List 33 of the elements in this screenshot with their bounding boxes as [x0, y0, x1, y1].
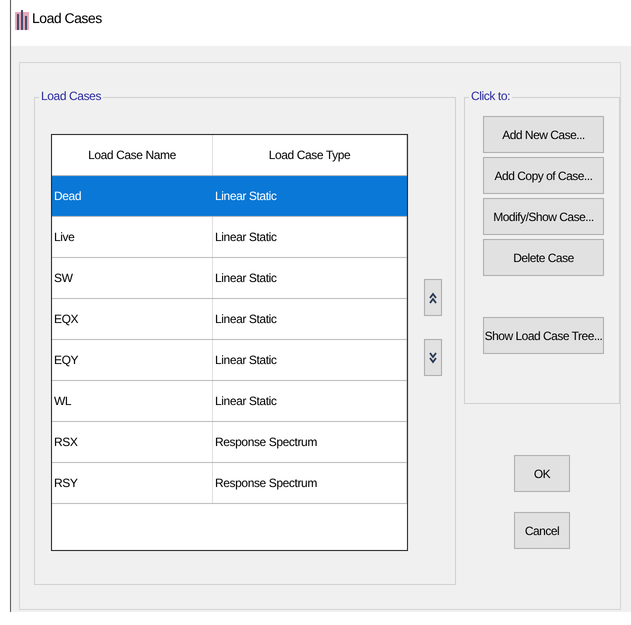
move-up-button[interactable]: [424, 279, 442, 316]
app-icon: [15, 10, 29, 30]
column-header[interactable]: Load Case Type: [213, 135, 407, 175]
case-name-cell[interactable]: WL: [52, 381, 213, 421]
case-type-cell[interactable]: Linear Static: [213, 258, 407, 298]
case-type-cell[interactable]: Linear Static: [213, 340, 407, 380]
case-name-cell[interactable]: Live: [52, 217, 213, 257]
case-name-cell[interactable]: RSX: [52, 422, 213, 462]
show-tree-button[interactable]: Show Load Case Tree...: [483, 317, 604, 354]
case-name-cell[interactable]: EQX: [52, 299, 213, 339]
case-action-button[interactable]: Modify/Show Case...: [483, 198, 604, 235]
case-name-cell[interactable]: SW: [52, 258, 213, 298]
case-name-cell[interactable]: EQY: [52, 340, 213, 380]
case-type-cell[interactable]: Linear Static: [213, 176, 407, 216]
case-action-button[interactable]: Add New Case...: [483, 116, 604, 153]
case-name-cell[interactable]: RSY: [52, 463, 213, 503]
case-action-button[interactable]: Add Copy of Case...: [483, 157, 604, 194]
column-header[interactable]: Load Case Name: [52, 135, 213, 175]
move-down-button[interactable]: [424, 339, 442, 376]
group-label: Click to:: [469, 89, 512, 103]
double-up-chevron-icon: [429, 292, 437, 304]
case-type-cell[interactable]: Response Spectrum: [213, 463, 407, 503]
case-type-cell[interactable]: Linear Static: [213, 217, 407, 257]
case-type-cell[interactable]: Response Spectrum: [213, 422, 407, 462]
group-label: Load Cases: [39, 89, 104, 103]
cancel-button[interactable]: Cancel: [514, 512, 570, 549]
ok-button[interactable]: OK: [514, 455, 570, 492]
case-type-cell[interactable]: Linear Static: [213, 381, 407, 421]
case-type-cell[interactable]: Linear Static: [213, 299, 407, 339]
case-action-button[interactable]: Delete Case: [483, 239, 604, 276]
window-title: Load Cases: [32, 10, 102, 26]
case-name-cell[interactable]: Dead: [52, 176, 213, 216]
double-down-chevron-icon: [429, 352, 437, 364]
